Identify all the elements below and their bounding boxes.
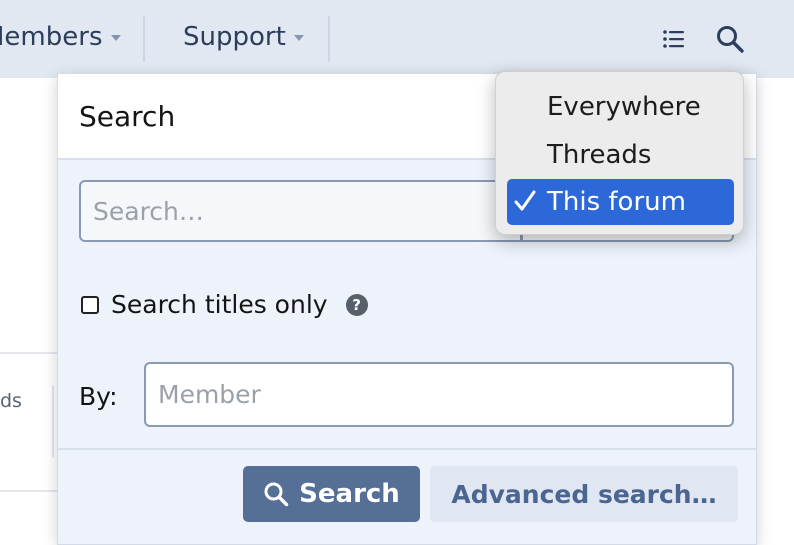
question-icon[interactable]: ? [345, 293, 368, 316]
nav-members-label: Members [0, 22, 103, 52]
search-keywords-input[interactable] [79, 180, 522, 242]
search-button-label: Search [299, 479, 400, 509]
advanced-search-label: Advanced search… [451, 479, 717, 509]
nav-item-support[interactable]: Support [183, 22, 304, 52]
nav-divider [143, 16, 145, 62]
search-menu-title: Search [79, 100, 176, 133]
nav-divider [328, 16, 330, 62]
chevron-down-icon [110, 35, 121, 41]
search-icon [264, 482, 289, 507]
scope-option-this-forum[interactable]: This forum [507, 179, 734, 225]
search-icon[interactable] [715, 24, 745, 58]
scope-option-label: Threads [547, 140, 652, 170]
scope-options-popup: Everywhere Threads This forum [495, 71, 744, 235]
by-label: By: [79, 382, 118, 411]
list-icon[interactable] [662, 28, 686, 54]
background-divider [0, 490, 60, 492]
scope-option-label: Everywhere [547, 92, 701, 122]
member-input[interactable] [144, 362, 734, 427]
scope-option-everywhere[interactable]: Everywhere [507, 84, 734, 130]
search-menu-footer-divider [58, 448, 756, 450]
advanced-search-button[interactable]: Advanced search… [430, 466, 738, 522]
titles-only-label: Search titles only [111, 290, 328, 319]
search-button[interactable]: Search [243, 466, 420, 522]
search-titles-only-option[interactable]: Search titles only ? [81, 290, 368, 319]
scope-option-label: This forum [547, 187, 686, 217]
background-divider [0, 352, 60, 354]
background-text: ds [0, 390, 22, 412]
background-divider [52, 385, 54, 457]
nav-item-members[interactable]: Members [0, 22, 121, 52]
checkmark-icon [514, 190, 536, 211]
titles-only-checkbox[interactable] [81, 295, 99, 314]
top-navigation: Members Support [0, 0, 794, 78]
nav-support-label: Support [183, 22, 286, 52]
chevron-down-icon [293, 35, 304, 41]
scope-option-threads[interactable]: Threads [507, 132, 734, 178]
